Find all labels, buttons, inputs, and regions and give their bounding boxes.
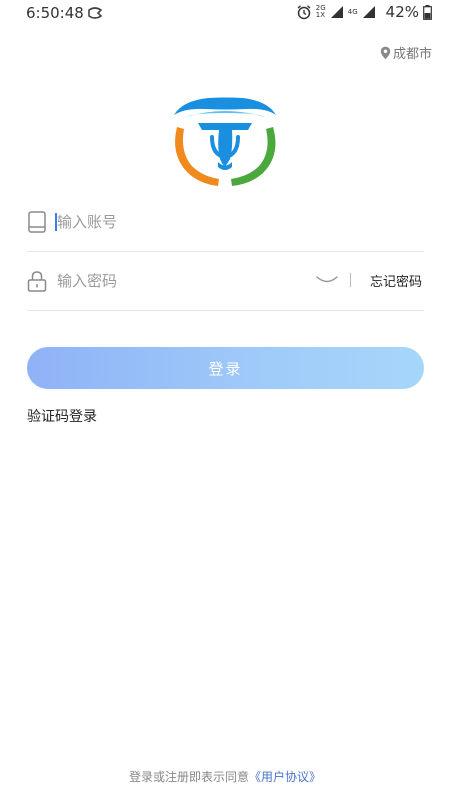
battery-percent: 42% xyxy=(385,3,419,21)
location-city: 成都市 xyxy=(392,47,432,62)
lock-icon xyxy=(27,271,47,292)
account-field[interactable] xyxy=(27,192,424,252)
phone-icon xyxy=(28,211,46,233)
forgot-password-link[interactable]: 忘记密码 xyxy=(370,271,422,290)
password-input[interactable] xyxy=(57,268,327,294)
field-divider xyxy=(350,273,351,287)
alarm-icon xyxy=(297,5,311,20)
status-bar: 6:50:48 2G 1X 4G 42% xyxy=(0,0,450,28)
eye-closed-icon[interactable] xyxy=(316,274,338,286)
app-notification-icon xyxy=(88,7,103,19)
location-pin-icon xyxy=(380,46,391,59)
agreement-text: 登录或注册即表示同意 xyxy=(128,770,249,784)
signal-icon xyxy=(330,6,343,18)
network-type-2: 4G xyxy=(347,8,358,16)
login-button[interactable]: 登录 xyxy=(27,347,424,389)
sms-code-login-link[interactable]: 验证码登录 xyxy=(27,406,97,426)
status-time: 6:50:48 xyxy=(26,4,84,22)
account-input[interactable] xyxy=(57,209,327,235)
password-field[interactable]: 忘记密码 xyxy=(27,251,424,311)
signal-icon-2 xyxy=(362,6,375,18)
network-type-1: 2G 1X xyxy=(315,4,326,19)
agreement-notice: 登录或注册即表示同意《用户协议》 xyxy=(0,768,450,785)
login-button-label: 登录 xyxy=(208,359,243,378)
status-icons: 2G 1X 4G 42% xyxy=(296,3,432,21)
location-selector[interactable]: 成都市 xyxy=(380,43,432,62)
battery-icon xyxy=(423,4,432,20)
app-logo xyxy=(174,97,276,186)
user-agreement-link[interactable]: 《用户协议》 xyxy=(249,770,321,784)
